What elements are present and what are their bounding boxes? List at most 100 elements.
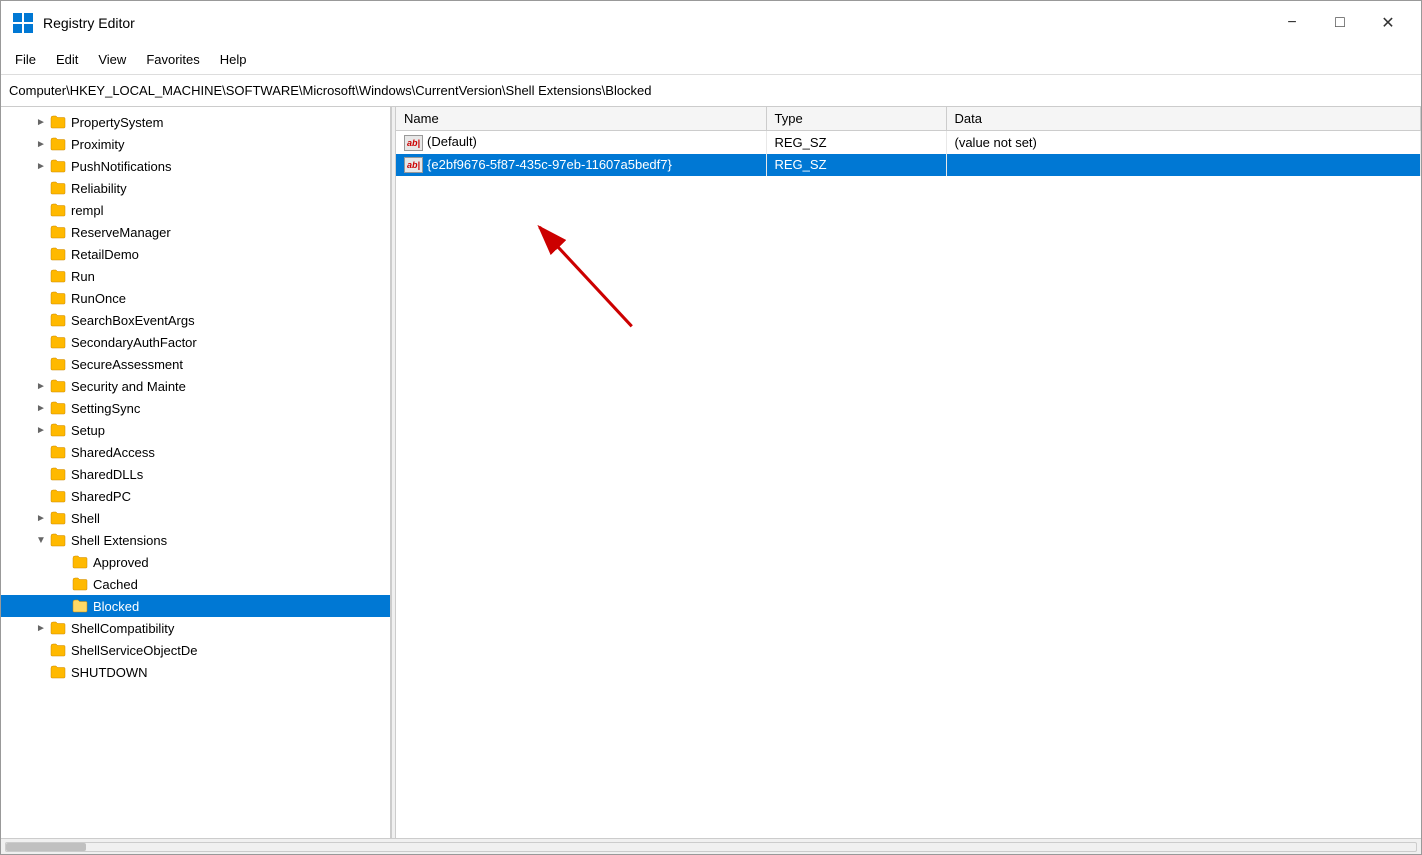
folder-icon <box>49 400 67 416</box>
right-panel-scroll[interactable]: Name Type Data ab|(Default)REG_SZ(value … <box>396 107 1421 838</box>
tree-item[interactable]: SearchBoxEventArgs <box>1 309 390 331</box>
tree-item[interactable]: ► Setup <box>1 419 390 441</box>
tree-item[interactable]: Reliability <box>1 177 390 199</box>
folder-icon <box>49 114 67 130</box>
col-header-type: Type <box>766 107 946 131</box>
expand-icon[interactable]: ► <box>33 158 49 174</box>
expand-placeholder <box>33 356 49 372</box>
tree-item[interactable]: ShellServiceObjectDe <box>1 639 390 661</box>
expand-placeholder <box>33 290 49 306</box>
folder-icon <box>71 554 89 570</box>
tree-item[interactable]: ► Shell <box>1 507 390 529</box>
close-button[interactable]: ✕ <box>1365 7 1411 39</box>
ab-icon: ab| <box>404 157 423 173</box>
menu-item-file[interactable]: File <box>5 48 46 71</box>
tree-label: ShellServiceObjectDe <box>71 643 197 658</box>
tree-item[interactable]: Cached <box>1 573 390 595</box>
minimize-button[interactable]: − <box>1269 7 1315 39</box>
cell-type: REG_SZ <box>766 131 946 154</box>
tree-item[interactable]: RetailDemo <box>1 243 390 265</box>
expand-placeholder <box>33 664 49 680</box>
tree-item[interactable]: ► PropertySystem <box>1 111 390 133</box>
expand-icon[interactable]: ▼ <box>33 532 49 548</box>
tree-item[interactable]: SharedDLLs <box>1 463 390 485</box>
expand-placeholder <box>33 268 49 284</box>
address-path: Computer\HKEY_LOCAL_MACHINE\SOFTWARE\Mic… <box>9 83 652 98</box>
tree-item[interactable]: SHUTDOWN <box>1 661 390 683</box>
title-bar: Registry Editor − □ ✕ <box>1 1 1421 45</box>
bottom-scrollbar[interactable] <box>1 838 1421 854</box>
table-row[interactable]: ab|{e2bf9676-5f87-435c-97eb-11607a5bedf7… <box>396 154 1421 177</box>
tree-item[interactable]: ► Proximity <box>1 133 390 155</box>
tree-label: Proximity <box>71 137 124 152</box>
h-scrollbar-track[interactable] <box>5 842 1417 852</box>
tree-label: SettingSync <box>71 401 140 416</box>
tree-item[interactable]: ▼ Shell Extensions <box>1 529 390 551</box>
tree-item[interactable]: ReserveManager <box>1 221 390 243</box>
tree-label: SharedPC <box>71 489 131 504</box>
h-scrollbar-thumb[interactable] <box>6 843 86 851</box>
tree-item[interactable]: rempl <box>1 199 390 221</box>
tree-label: Cached <box>93 577 138 592</box>
app-icon <box>11 11 35 35</box>
expand-icon[interactable]: ► <box>33 378 49 394</box>
tree-item[interactable]: RunOnce <box>1 287 390 309</box>
menu-item-edit[interactable]: Edit <box>46 48 88 71</box>
col-header-name: Name <box>396 107 766 131</box>
cell-name: ab|{e2bf9676-5f87-435c-97eb-11607a5bedf7… <box>396 154 766 177</box>
address-bar: Computer\HKEY_LOCAL_MACHINE\SOFTWARE\Mic… <box>1 75 1421 107</box>
tree-item[interactable]: SecondaryAuthFactor <box>1 331 390 353</box>
table-row[interactable]: ab|(Default)REG_SZ(value not set) <box>396 131 1421 154</box>
tree-label: PropertySystem <box>71 115 163 130</box>
expand-icon[interactable]: ► <box>33 422 49 438</box>
tree-label: RetailDemo <box>71 247 139 262</box>
cell-data <box>946 154 1421 177</box>
tree-label: Shell Extensions <box>71 533 167 548</box>
tree-item[interactable]: ► PushNotifications <box>1 155 390 177</box>
window-title: Registry Editor <box>43 15 1269 31</box>
tree-item[interactable]: SharedAccess <box>1 441 390 463</box>
tree-item[interactable]: ► SettingSync <box>1 397 390 419</box>
tree-item[interactable]: ► ShellCompatibility <box>1 617 390 639</box>
window-controls: − □ ✕ <box>1269 7 1411 39</box>
expand-placeholder <box>33 312 49 328</box>
tree-label: ShellCompatibility <box>71 621 174 636</box>
expand-placeholder <box>33 642 49 658</box>
menu-item-help[interactable]: Help <box>210 48 257 71</box>
tree-item[interactable]: Blocked <box>1 595 390 617</box>
folder-icon <box>49 202 67 218</box>
tree-label: SearchBoxEventArgs <box>71 313 195 328</box>
cell-name: ab|(Default) <box>396 131 766 154</box>
folder-icon <box>49 488 67 504</box>
tree-item[interactable]: SecureAssessment <box>1 353 390 375</box>
expand-icon[interactable]: ► <box>33 136 49 152</box>
folder-icon <box>49 356 67 372</box>
folder-icon <box>49 422 67 438</box>
menu-item-favorites[interactable]: Favorites <box>136 48 209 71</box>
expand-icon[interactable]: ► <box>33 400 49 416</box>
tree-label: SharedAccess <box>71 445 155 460</box>
folder-icon <box>71 598 89 614</box>
registry-table: Name Type Data ab|(Default)REG_SZ(value … <box>396 107 1421 176</box>
col-header-data: Data <box>946 107 1421 131</box>
tree-item[interactable]: Run <box>1 265 390 287</box>
expand-placeholder <box>33 224 49 240</box>
folder-icon <box>49 334 67 350</box>
maximize-button[interactable]: □ <box>1317 7 1363 39</box>
folder-icon <box>49 378 67 394</box>
tree-item[interactable]: ► Security and Mainte <box>1 375 390 397</box>
folder-icon <box>49 268 67 284</box>
tree-label: ReserveManager <box>71 225 171 240</box>
expand-icon[interactable]: ► <box>33 510 49 526</box>
tree-item[interactable]: Approved <box>1 551 390 573</box>
expand-placeholder <box>33 466 49 482</box>
expand-icon[interactable]: ► <box>33 620 49 636</box>
expand-placeholder <box>33 180 49 196</box>
expand-placeholder <box>33 246 49 262</box>
expand-icon[interactable]: ► <box>33 114 49 130</box>
tree-item[interactable]: SharedPC <box>1 485 390 507</box>
menu-item-view[interactable]: View <box>88 48 136 71</box>
tree-label: Run <box>71 269 95 284</box>
menu-bar: FileEditViewFavoritesHelp <box>1 45 1421 75</box>
tree-panel[interactable]: ► PropertySystem► Proximity► PushNotific… <box>1 107 391 838</box>
